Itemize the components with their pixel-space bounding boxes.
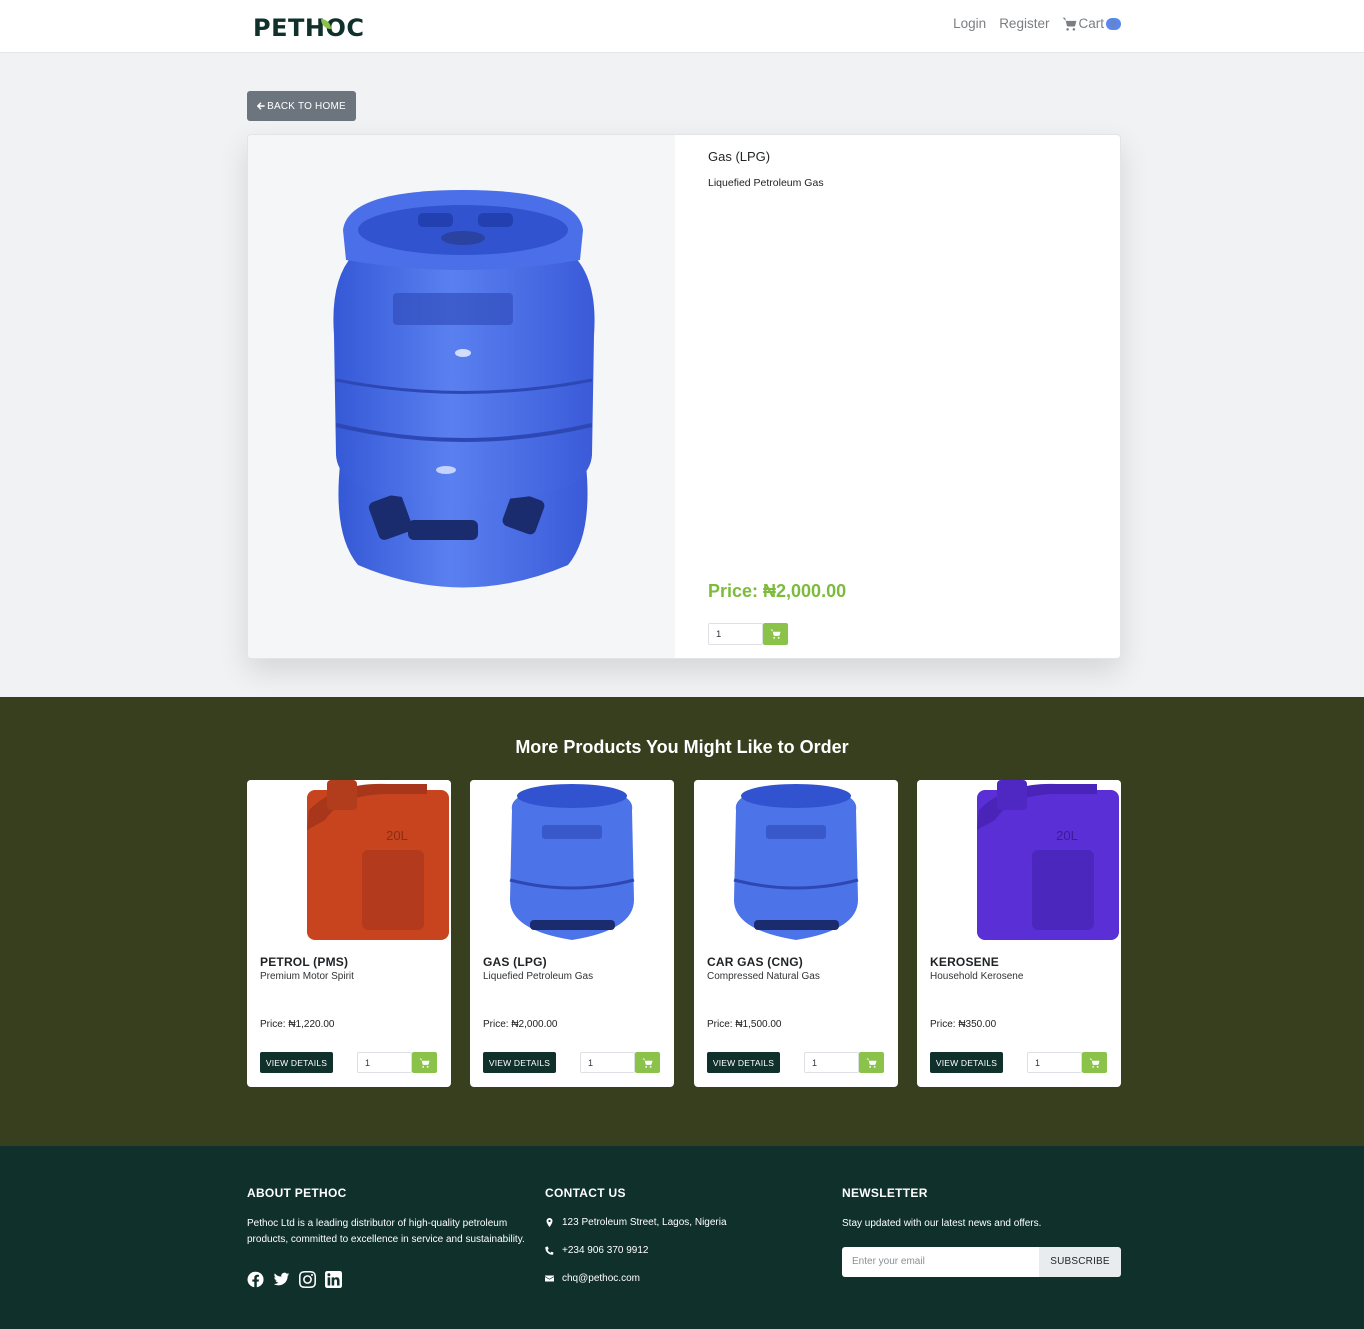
contact-phone: +234 906 370 9912 [545,1245,727,1256]
navbar: PETHO C Login Register Cart 0 [0,0,1364,53]
gas-cylinder-image [333,190,595,588]
quantity-input[interactable]: 1 [708,623,763,645]
product-info: Gas (LPG) Liquefied Petroleum Gas Price:… [675,135,1120,658]
product-price: Price: ₦1,500.00 [707,1019,782,1030]
view-details-button[interactable]: VIEW DETAILS [707,1052,780,1073]
product-title: Gas (LPG) [708,149,771,164]
cart-icon [866,1057,877,1068]
newsletter-title: NEWSLETTER [842,1186,928,1200]
cart-icon [642,1057,653,1068]
back-to-home-button[interactable]: BACK TO HOME [247,91,356,121]
add-to-cart-button[interactable] [1082,1052,1107,1073]
cart-link[interactable]: Cart 0 [1062,16,1121,31]
newsletter-column: NEWSLETTER Stay updated with our latest … [842,1186,1122,1277]
add-to-cart-button[interactable] [763,623,788,645]
newsletter-form: Enter your email SUBSCRIBE [842,1246,1121,1277]
product-description: Liquefied Petroleum Gas [483,971,594,982]
product-description: Liquefied Petroleum Gas [708,177,824,189]
product-image [248,135,675,658]
product-card: GAS (LPG) Liquefied Petroleum Gas Price:… [470,780,674,1087]
back-to-home-label: BACK TO HOME [267,100,346,112]
about-column: ABOUT PETHOC Pethoc Ltd is a leading dis… [247,1186,527,1288]
twitter-icon[interactable] [273,1271,290,1288]
cart-icon [1063,17,1077,31]
cart-icon [419,1057,430,1068]
product-card: 20L PETROL (PMS) Premium Motor Spirit Pr… [247,780,451,1087]
phone-text: +234 906 370 9912 [562,1245,649,1256]
product-card: 20L KEROSENE Household Kerosene Price: ₦… [917,780,1121,1087]
contact-email: chq@pethoc.com [545,1273,727,1284]
gas-cylinder-image [509,784,635,940]
view-details-button[interactable]: VIEW DETAILS [260,1052,333,1073]
view-details-button[interactable]: VIEW DETAILS [930,1052,1003,1073]
contact-title: CONTACT US [545,1186,626,1200]
footer: ABOUT PETHOC Pethoc Ltd is a leading dis… [0,1146,1364,1329]
quantity-row: 1 [804,1052,884,1073]
product-name: PETROL (PMS) [260,955,349,969]
add-to-cart-button[interactable] [635,1052,660,1073]
linkedin-icon[interactable] [325,1271,342,1288]
cart-count-badge: 0 [1105,17,1121,30]
contact-address: 123 Petroleum Street, Lagos, Nigeria [545,1217,727,1228]
newsletter-text: Stay updated with our latest news and of… [842,1218,1042,1229]
quantity-row: 1 [580,1052,660,1073]
product-description: Household Kerosene [930,971,1024,982]
product-detail-card: Gas (LPG) Liquefied Petroleum Gas Price:… [247,134,1121,659]
leaf-icon [321,19,332,29]
cart-icon [1089,1057,1100,1068]
login-link[interactable]: Login [953,16,986,31]
quantity-input[interactable]: 1 [580,1052,635,1073]
add-to-cart-button[interactable] [412,1052,437,1073]
product-price: Price: ₦350.00 [930,1019,997,1030]
pethoc-logo[interactable]: PETHO C [253,14,364,42]
contact-column: CONTACT US 123 Petroleum Street, Lagos, … [545,1186,727,1284]
product-image [470,780,674,941]
view-details-button[interactable]: VIEW DETAILS [483,1052,556,1073]
map-marker-icon [546,1218,553,1227]
quantity-row: 1 [1027,1052,1107,1073]
envelope-icon [545,1275,554,1282]
quantity-input[interactable]: 1 [1027,1052,1082,1073]
quantity-input[interactable]: 1 [357,1052,412,1073]
about-title: ABOUT PETHOC [247,1186,347,1200]
cart-icon [770,629,781,639]
product-image [694,780,898,941]
register-link[interactable]: Register [999,16,1049,31]
about-text: Pethoc Ltd is a leading distributor of h… [247,1218,525,1245]
more-products-section: More Products You Might Like to Order 20… [0,697,1364,1146]
product-image: 20L [917,780,1121,941]
product-name: CAR GAS (CNG) [707,955,803,969]
add-to-cart-button[interactable] [859,1052,884,1073]
quantity-input[interactable]: 1 [804,1052,859,1073]
newsletter-email-input[interactable]: Enter your email [842,1246,1039,1277]
product-image: 20L [247,780,451,941]
subscribe-button[interactable]: SUBSCRIBE [1039,1246,1121,1277]
facebook-icon[interactable] [247,1271,264,1288]
product-price: Price: ₦2,000.00 [708,581,847,601]
instagram-icon[interactable] [299,1271,316,1288]
product-quantity-row: 1 [708,623,788,645]
more-products-title: More Products You Might Like to Order [515,737,849,757]
product-description: Compressed Natural Gas [707,971,820,982]
gas-cylinder-image [733,784,859,940]
address-text: 123 Petroleum Street, Lagos, Nigeria [562,1217,727,1228]
product-name: KEROSENE [930,955,999,969]
product-price: Price: ₦2,000.00 [483,1019,558,1030]
arrow-left-icon [257,102,265,110]
nav-links: Login Register Cart 0 [953,16,1121,31]
social-links [247,1271,527,1288]
svg-text:20L: 20L [1056,828,1078,843]
svg-text:20L: 20L [386,828,408,843]
jerrycan-image: 20L [307,780,449,940]
cart-label: Cart [1078,16,1104,31]
email-text[interactable]: chq@pethoc.com [562,1273,640,1284]
product-name: GAS (LPG) [483,955,547,969]
product-price: Price: ₦1,220.00 [260,1019,335,1030]
quantity-row: 1 [357,1052,437,1073]
jerrycan-image: 20L [977,780,1119,940]
phone-icon [545,1246,554,1255]
product-description: Premium Motor Spirit [260,971,354,982]
product-card: CAR GAS (CNG) Compressed Natural Gas Pri… [694,780,898,1087]
